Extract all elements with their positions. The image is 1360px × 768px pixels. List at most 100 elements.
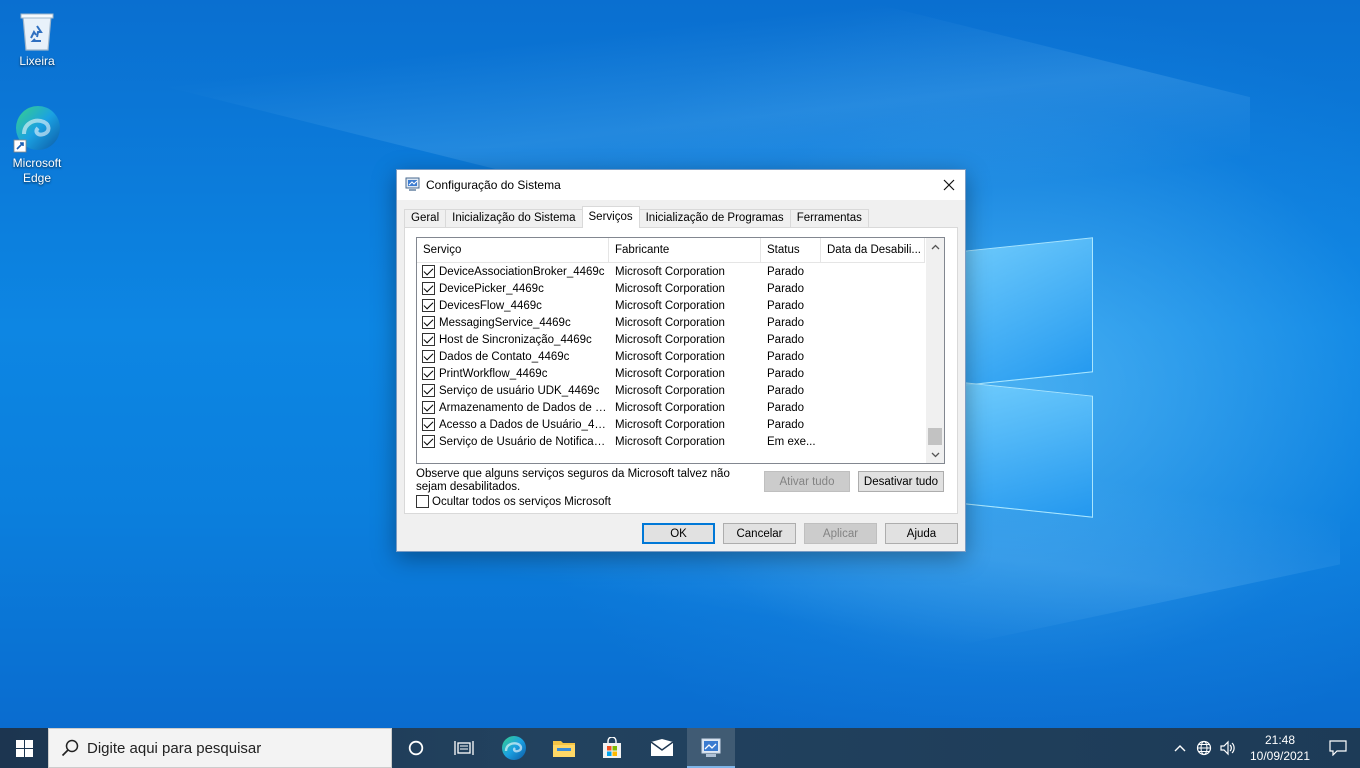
column-header-status[interactable]: Status	[761, 238, 821, 263]
windows-logo-icon	[15, 739, 33, 757]
taskbar-search-box[interactable]: Digite aqui para pesquisar	[48, 728, 392, 768]
ok-button[interactable]: OK	[642, 523, 715, 544]
desktop-icon-microsoft-edge[interactable]: Microsoft Edge	[0, 104, 74, 186]
close-button[interactable]	[933, 170, 965, 200]
action-center-button[interactable]	[1316, 728, 1360, 768]
tab-startup[interactable]: Inicialização de Programas	[638, 209, 791, 228]
service-row[interactable]: DevicePicker_4469c Microsoft Corporation P…	[417, 280, 925, 297]
show-hidden-icons-button[interactable]	[1168, 728, 1192, 768]
mail-button[interactable]	[638, 728, 686, 768]
scroll-down-button[interactable]	[926, 446, 944, 463]
hide-microsoft-services-checkbox[interactable]	[416, 495, 429, 508]
edge-icon	[13, 106, 60, 153]
service-checkbox[interactable]	[422, 299, 435, 312]
service-row[interactable]: DeviceAssociationBroker_4469c Microsoft C…	[417, 263, 925, 280]
service-status: Parado	[767, 265, 805, 278]
desktop-icon-label: Lixeira	[19, 54, 55, 68]
service-checkbox[interactable]	[422, 435, 435, 448]
service-row[interactable]: Acesso a Dados de Usuário_4469c Microsoft…	[417, 416, 925, 433]
search-placeholder: Digite aqui para pesquisar	[87, 739, 262, 757]
scroll-thumb[interactable]	[928, 428, 942, 445]
tab-services[interactable]: Serviços	[581, 206, 640, 228]
dialog-titlebar[interactable]: Configuração do Sistema	[397, 170, 965, 200]
service-status: Parado	[767, 367, 805, 380]
help-button[interactable]: Ajuda	[885, 523, 958, 544]
column-header-date-disabled[interactable]: Data da Desabili...	[821, 238, 925, 263]
task-view-icon	[454, 741, 474, 755]
wallpaper-window-logo	[945, 237, 1093, 388]
service-checkbox[interactable]	[422, 265, 435, 278]
clock-date: 10/09/2021	[1249, 749, 1311, 763]
search-icon	[61, 739, 79, 757]
vertical-scrollbar[interactable]	[926, 238, 944, 463]
speaker-icon	[1220, 740, 1235, 756]
taskbar-edge-button[interactable]	[490, 728, 538, 768]
service-checkbox[interactable]	[422, 282, 435, 295]
file-explorer-button[interactable]	[540, 728, 588, 768]
service-row[interactable]: PrintWorkflow_4469c Microsoft Corporation…	[417, 365, 925, 382]
service-status: Parado	[767, 299, 805, 312]
desktop-icon-recycle-bin[interactable]: Lixeira	[0, 8, 74, 69]
service-checkbox[interactable]	[422, 367, 435, 380]
service-name-cell: Host de Sincronização_4469c	[417, 333, 609, 346]
service-row[interactable]: Dados de Contato_4469c Microsoft Corporat…	[417, 348, 925, 365]
service-name-cell: DevicesFlow_4469c	[417, 299, 609, 312]
service-row[interactable]: MessagingService_4469c Microsoft Corporat…	[417, 314, 925, 331]
service-row[interactable]: Serviço de Usuário de Notificaçõ... Micro…	[417, 433, 925, 450]
dialog-title: Configuração do Sistema	[426, 178, 561, 192]
start-button[interactable]	[0, 728, 48, 768]
service-name-cell: PrintWorkflow_4469c	[417, 367, 609, 380]
service-status: Parado	[767, 333, 805, 346]
service-name-cell: Serviço de Usuário de Notificaçõ...	[417, 435, 609, 448]
store-icon	[603, 737, 621, 758]
column-header-manufacturer[interactable]: Fabricante	[609, 238, 761, 263]
enable-all-button[interactable]: Ativar tudo	[764, 471, 850, 492]
service-row[interactable]: Armazenamento de Dados de Us... Microsoft…	[417, 399, 925, 416]
service-manufacturer: Microsoft Corporation	[615, 401, 725, 414]
service-status: Parado	[767, 401, 805, 414]
desktop-icon-label: Microsoft Edge	[12, 156, 62, 185]
tab-tools[interactable]: Ferramentas	[789, 209, 869, 228]
services-list[interactable]: Serviço Fabricante Status Data da Desabi…	[416, 237, 945, 464]
task-view-button[interactable]	[440, 728, 488, 768]
service-name: PrintWorkflow_4469c	[439, 367, 548, 380]
cortana-button[interactable]	[392, 728, 440, 768]
service-name-cell: Dados de Contato_4469c	[417, 350, 609, 363]
service-checkbox[interactable]	[422, 316, 435, 329]
column-header-service[interactable]: Serviço	[417, 238, 609, 263]
service-name: DevicesFlow_4469c	[439, 299, 542, 312]
service-checkbox[interactable]	[422, 384, 435, 397]
service-checkbox[interactable]	[422, 333, 435, 346]
list-body: DeviceAssociationBroker_4469c Microsoft C…	[417, 263, 925, 450]
volume-button[interactable]	[1216, 728, 1240, 768]
msconfig-icon	[405, 177, 420, 191]
microsoft-store-button[interactable]	[588, 728, 636, 768]
wallpaper-window-logo	[945, 380, 1093, 518]
hide-microsoft-services-option[interactable]: Ocultar todos os serviços Microsoft	[416, 495, 611, 508]
service-name-cell: DeviceAssociationBroker_4469c	[417, 265, 609, 278]
hide-microsoft-services-label: Ocultar todos os serviços Microsoft	[432, 495, 611, 508]
service-name: Armazenamento de Dados de Us...	[439, 401, 609, 414]
service-manufacturer: Microsoft Corporation	[615, 350, 725, 363]
service-checkbox[interactable]	[422, 350, 435, 363]
service-row[interactable]: Serviço de usuário UDK_4469c Microsoft Co…	[417, 382, 925, 399]
network-button[interactable]	[1192, 728, 1216, 768]
taskbar-clock[interactable]: 21:48 10/09/2021	[1244, 732, 1316, 764]
services-tab-panel: Serviço Fabricante Status Data da Desabi…	[404, 227, 958, 514]
service-manufacturer: Microsoft Corporation	[615, 316, 725, 329]
service-row[interactable]: Host de Sincronização_4469c Microsoft Cor…	[417, 331, 925, 348]
disable-all-button[interactable]: Desativar tudo	[858, 471, 944, 492]
tab-general[interactable]: Geral	[404, 209, 447, 228]
apply-button[interactable]: Aplicar	[804, 523, 877, 544]
service-manufacturer: Microsoft Corporation	[615, 265, 725, 278]
system-tray: 21:48 10/09/2021	[1168, 728, 1360, 768]
cancel-button[interactable]: Cancelar	[723, 523, 796, 544]
clock-time: 21:48	[1264, 733, 1296, 747]
tab-boot[interactable]: Inicialização do Sistema	[445, 209, 583, 228]
taskbar-msconfig-button[interactable]	[687, 728, 735, 768]
service-row[interactable]: DevicesFlow_4469c Microsoft Corporation Pa…	[417, 297, 925, 314]
scroll-up-button[interactable]	[926, 238, 944, 255]
list-header: Serviço Fabricante Status Data da Desabi…	[417, 238, 925, 263]
service-checkbox[interactable]	[422, 401, 435, 414]
service-checkbox[interactable]	[422, 418, 435, 431]
